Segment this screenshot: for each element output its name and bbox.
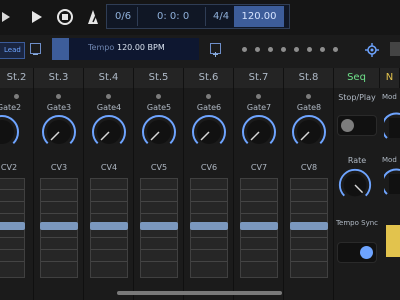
gate-label: Gate2 (0, 103, 22, 112)
mod-knob[interactable] (384, 112, 400, 144)
cv-knob[interactable] (0, 113, 21, 151)
page-dot[interactable] (255, 47, 260, 52)
track-name: Lead (4, 46, 21, 54)
transport-display: 0/6 0: 0: 0 4/4 120.00 (106, 4, 290, 29)
gate-label: Gate5 (146, 103, 172, 112)
panel-edge (390, 42, 400, 56)
page-dot[interactable] (281, 47, 286, 52)
page-dot[interactable] (268, 47, 273, 52)
fader-handle[interactable] (240, 222, 278, 230)
cv-knob[interactable] (90, 113, 128, 151)
gate-indicator (56, 94, 61, 99)
cv-knob[interactable] (40, 113, 78, 151)
tempo-label: Tempo (88, 43, 115, 52)
bpm-display[interactable]: 120.00 (234, 6, 284, 27)
cv-label: CV5 (150, 163, 168, 172)
step-counter: 0/6 (115, 11, 132, 22)
cv-fader[interactable] (90, 178, 128, 278)
stop-play-label: Stop/Play (338, 93, 376, 102)
home-indicator[interactable] (117, 291, 282, 295)
gate-indicator (106, 94, 111, 99)
cv-fader[interactable] (140, 178, 178, 278)
fader-handle[interactable] (0, 222, 25, 230)
gate-label: Gate8 (296, 103, 322, 112)
bpm-value: 120.00 (241, 11, 277, 22)
fader-handle[interactable] (190, 222, 228, 230)
tempo-decrease-button[interactable] (30, 43, 41, 55)
fader-handle[interactable] (140, 222, 178, 230)
play-icon[interactable] (28, 8, 48, 26)
strip-header[interactable]: St.4 (84, 68, 134, 88)
gate-label: Gate4 (96, 103, 122, 112)
page-dot[interactable] (294, 47, 299, 52)
gate-indicator (14, 94, 19, 99)
page-dot[interactable] (307, 47, 312, 52)
fader-handle[interactable] (290, 222, 328, 230)
mod-label: Mod (382, 93, 397, 101)
tempo-increase-button[interactable] (210, 43, 221, 57)
cv-fader[interactable] (0, 178, 25, 278)
cv-label: CV6 (200, 163, 218, 172)
toggle-thumb (360, 246, 373, 259)
strip-header[interactable]: St.3 (34, 68, 84, 88)
toggle-thumb (341, 119, 354, 132)
cv-knob[interactable] (240, 113, 278, 151)
rate-knob[interactable] (337, 167, 373, 203)
cv-label: CV8 (300, 163, 318, 172)
cv-knob[interactable] (290, 113, 328, 151)
page-dot[interactable] (242, 47, 247, 52)
gate-label: Gate6 (196, 103, 222, 112)
gate-indicator (306, 94, 311, 99)
cv-fader[interactable] (240, 178, 278, 278)
cv-fader[interactable] (190, 178, 228, 278)
strip-header[interactable]: St.8 (284, 68, 334, 88)
metronome-icon[interactable] (84, 8, 104, 26)
rewind-icon[interactable] (0, 8, 20, 26)
page-dot[interactable] (320, 47, 325, 52)
rate-label: Rate (347, 156, 367, 165)
strip-header[interactable]: St.7 (234, 68, 284, 88)
gate-indicator (206, 94, 211, 99)
strip-header[interactable]: St.6 (184, 68, 234, 88)
cv-label: CV4 (100, 163, 118, 172)
tempo-slider-fill (52, 38, 69, 60)
cv-fader[interactable] (40, 178, 78, 278)
next-header[interactable]: N (380, 68, 400, 88)
gate-label: Gate3 (46, 103, 72, 112)
cv-label: CV2 (0, 163, 18, 172)
page-dot[interactable] (333, 47, 338, 52)
gate-label: Gate7 (246, 103, 272, 112)
mod-label: Mod (382, 156, 397, 164)
strip-header[interactable]: St.5 (134, 68, 184, 88)
fader-handle[interactable] (40, 222, 78, 230)
song-position: 0: 0: 0 (157, 11, 190, 22)
tempo-sync-toggle[interactable] (337, 242, 377, 263)
gate-indicator (256, 94, 261, 99)
mod-knob[interactable] (384, 168, 400, 200)
track-name-tag[interactable]: Lead (0, 42, 25, 59)
time-signature[interactable]: 4/4 (213, 5, 229, 28)
gate-indicator (156, 94, 161, 99)
tempo-value: 120.00 BPM (117, 43, 165, 52)
stop-play-toggle[interactable] (337, 115, 377, 136)
settings-icon[interactable] (365, 42, 379, 57)
transport-bar: 0/6 0: 0: 0 4/4 120.00 (0, 0, 400, 35)
cv-knob[interactable] (140, 113, 178, 151)
strip-header[interactable]: St.2 (0, 68, 34, 88)
cv-knob[interactable] (190, 113, 228, 151)
next-panel-edge[interactable] (386, 225, 400, 257)
cv-label: CV3 (50, 163, 68, 172)
seq-header[interactable]: Seq (334, 68, 380, 88)
fader-handle[interactable] (90, 222, 128, 230)
cv-fader[interactable] (290, 178, 328, 278)
stop-icon[interactable] (56, 8, 76, 26)
tempo-sync-label: Tempo Sync (335, 219, 379, 227)
cv-label: CV7 (250, 163, 268, 172)
